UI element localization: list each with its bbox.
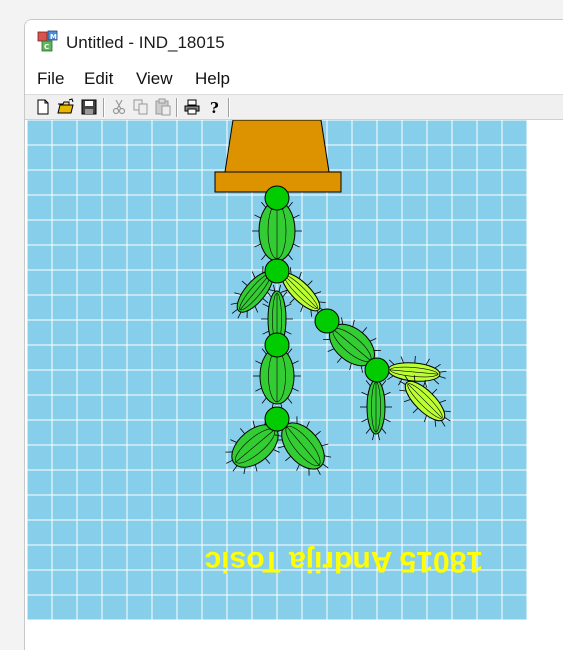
cactus-joint: [264, 258, 290, 284]
document-view[interactable]: 18015 Andrija Tosic: [25, 120, 563, 650]
drawing-canvas[interactable]: 18015 Andrija Tosic: [27, 120, 529, 620]
window-title: Untitled - IND_18015: [66, 33, 225, 52]
svg-text:C: C: [44, 43, 49, 51]
toolbar: ?: [25, 94, 563, 120]
mfc-app-icon: M C: [37, 30, 58, 52]
new-icon[interactable]: [34, 98, 52, 116]
open-icon[interactable]: [57, 98, 75, 116]
paste-icon[interactable]: [154, 98, 172, 116]
svg-text:M: M: [50, 33, 57, 41]
menu-view[interactable]: View: [136, 69, 173, 89]
title-bar[interactable]: M C Untitled - IND_18015: [25, 20, 563, 64]
cactus-joint: [264, 185, 290, 211]
menu-edit[interactable]: Edit: [84, 69, 113, 89]
menu-file[interactable]: File: [37, 69, 64, 89]
toolbar-separator: [228, 98, 230, 117]
cactus-joint: [364, 357, 390, 383]
help-icon[interactable]: ?: [206, 98, 224, 116]
desktop-background: [0, 0, 563, 19]
print-icon[interactable]: [183, 98, 201, 116]
copy-icon[interactable]: [132, 98, 150, 116]
cactus-joint: [264, 406, 290, 432]
flower-pot: [214, 120, 342, 193]
toolbar-separator: [176, 98, 178, 117]
cactus-joint: [264, 332, 290, 358]
signature-text: 18015 Andrija Tosic: [205, 545, 483, 578]
app-window: M C Untitled - IND_18015 File Edit View …: [24, 19, 563, 650]
save-icon[interactable]: [80, 98, 98, 116]
menu-bar: File Edit View Help: [25, 66, 563, 92]
svg-text:?: ?: [210, 99, 219, 116]
menu-help[interactable]: Help: [195, 69, 230, 89]
cactus-joint: [314, 308, 340, 334]
cut-icon[interactable]: [110, 98, 128, 116]
toolbar-separator: [103, 98, 105, 117]
